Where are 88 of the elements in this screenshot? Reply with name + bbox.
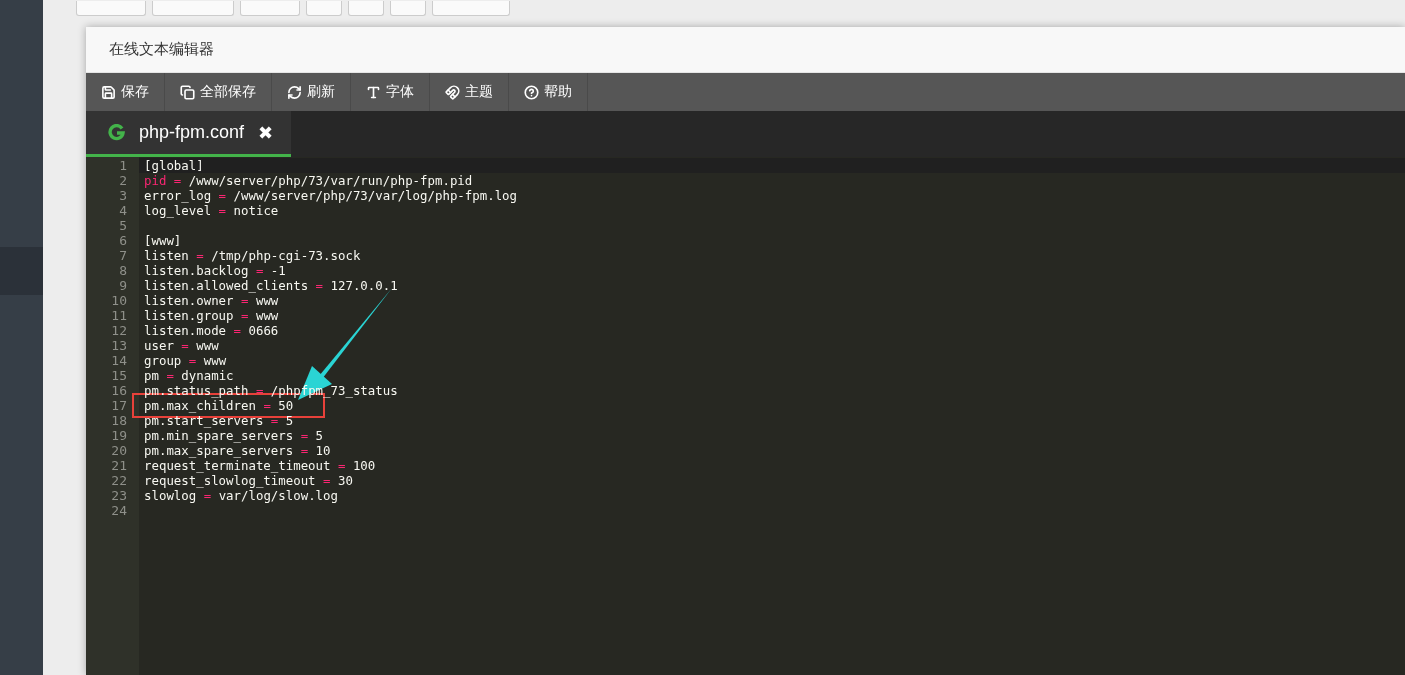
- config-key: listen.allowed_clients: [144, 278, 309, 293]
- config-value: www: [255, 308, 279, 323]
- config-value: notice: [233, 203, 279, 218]
- config-key: slowlog: [144, 488, 197, 503]
- config-value: var/log/slow.log: [218, 488, 338, 503]
- equals-sign: =: [337, 458, 346, 473]
- config-key: listen.mode: [144, 323, 227, 338]
- equals-sign: =: [233, 323, 241, 338]
- config-value: 5: [315, 428, 324, 443]
- equals-sign: =: [218, 188, 227, 203]
- config-value: 50: [278, 398, 294, 413]
- equals-sign: =: [255, 263, 264, 278]
- line-number: 20: [110, 443, 128, 458]
- config-value: -1: [270, 263, 286, 278]
- line-number: 23: [110, 488, 128, 503]
- config-key: log_level: [144, 203, 212, 218]
- config-value: www: [203, 353, 227, 368]
- equals-sign: =: [203, 488, 212, 503]
- config-value: /tmp/php-cgi-73.sock: [211, 248, 361, 263]
- line-number: 18: [110, 413, 128, 428]
- config-key: listen: [144, 248, 189, 263]
- line-number: 22: [110, 473, 128, 488]
- line-number: 3: [118, 188, 128, 203]
- equals-sign: =: [173, 173, 182, 188]
- line-number: 16: [110, 383, 128, 398]
- config-key: request_slowlog_timeout: [144, 473, 316, 488]
- equals-sign: =: [270, 413, 279, 428]
- config-key: pid: [144, 173, 167, 188]
- file-tab[interactable]: php-fpm.conf ✖: [86, 111, 292, 157]
- tab-label: php-fpm.conf: [139, 122, 245, 143]
- line-number: 13: [110, 338, 128, 353]
- line-number: 19: [110, 428, 128, 443]
- close-button[interactable]: ✖: [258, 121, 274, 144]
- line-number: 4: [118, 203, 128, 218]
- line-number: 24: [110, 503, 128, 518]
- config-key: request_terminate_timeout: [144, 458, 331, 473]
- line-number: 14: [110, 353, 128, 368]
- config-value: 5: [285, 413, 294, 428]
- equals-sign: =: [255, 383, 264, 398]
- code-text: [www]: [144, 233, 182, 248]
- equals-sign: =: [188, 353, 197, 368]
- equals-sign: =: [166, 368, 174, 383]
- line-number: 1: [118, 158, 128, 173]
- line-number: 5: [118, 218, 128, 233]
- line-number: 12: [110, 323, 128, 338]
- config-key: user: [144, 338, 174, 353]
- code-text: [global]: [144, 158, 204, 173]
- line-number: 7: [118, 248, 128, 263]
- config-value: www: [255, 293, 279, 308]
- line-number: 9: [118, 278, 128, 293]
- line-number: 10: [110, 293, 128, 308]
- config-key: group: [144, 353, 182, 368]
- config-value: 0666: [248, 323, 279, 338]
- line-number: 8: [118, 263, 128, 278]
- equals-sign: =: [196, 248, 204, 263]
- config-value: 10: [315, 443, 331, 458]
- config-value: /www/server/php/73/var/run/php-fpm.pid: [188, 173, 473, 188]
- equals-sign: =: [218, 203, 227, 218]
- line-number: 17: [110, 398, 128, 413]
- line-number: 11: [110, 308, 128, 323]
- dialog-title: 在线文本编辑器: [86, 27, 1405, 73]
- line-number: 2: [118, 173, 128, 188]
- equals-sign: =: [241, 293, 249, 308]
- config-value: 30: [338, 473, 353, 488]
- config-key: listen.group: [144, 308, 234, 323]
- config-key: error_log: [144, 188, 212, 203]
- config-value: /www/server/php/73/var/log/php-fpm.log: [233, 188, 518, 203]
- config-key: listen.backlog: [144, 263, 249, 278]
- equals-sign: =: [241, 308, 249, 323]
- config-key: pm.start_servers: [144, 413, 264, 428]
- equals-sign: =: [300, 428, 309, 443]
- config-key: pm.min_spare_servers: [144, 428, 294, 443]
- line-number: 6: [118, 233, 128, 248]
- equals-sign: =: [315, 278, 324, 293]
- config-value: 100: [352, 458, 376, 473]
- equals-sign: =: [323, 473, 331, 488]
- equals-sign: =: [300, 443, 309, 458]
- equals-sign: =: [263, 398, 271, 413]
- config-key: listen.owner: [144, 293, 234, 308]
- config-key: pm.max_spare_servers: [144, 443, 294, 458]
- line-number: 15: [110, 368, 128, 383]
- config-value: 127.0.0.1: [330, 278, 398, 293]
- config-key: pm: [144, 368, 159, 383]
- config-value: www: [196, 338, 219, 353]
- line-number: 21: [110, 458, 128, 473]
- config-key: pm.max_children: [144, 398, 256, 413]
- config-value: dynamic: [181, 368, 234, 383]
- equals-sign: =: [181, 338, 189, 353]
